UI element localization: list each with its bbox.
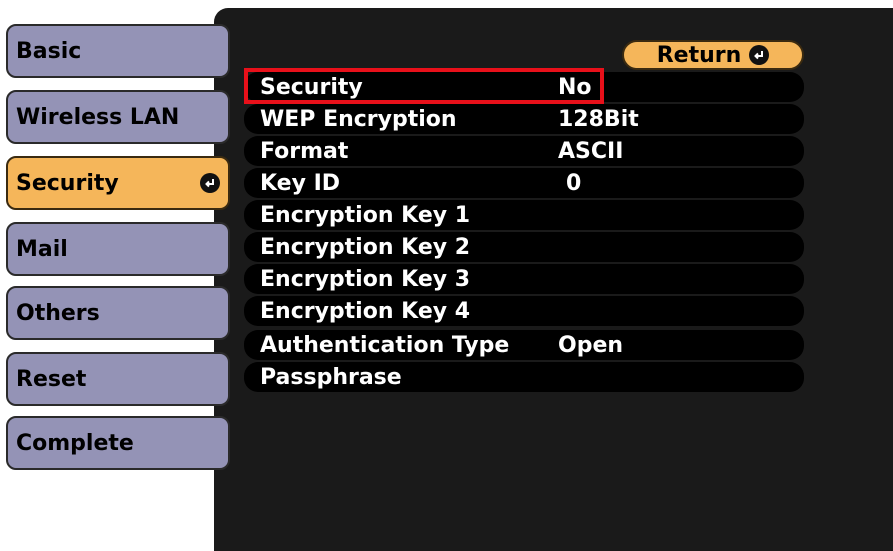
sidebar-item-complete[interactable]: Complete bbox=[6, 416, 230, 470]
row-value: ASCII bbox=[558, 138, 624, 164]
settings-row-encryption-key-1[interactable]: Encryption Key 1 bbox=[244, 200, 804, 230]
settings-row-passphrase[interactable]: Passphrase bbox=[244, 362, 804, 392]
row-label: Authentication Type bbox=[260, 332, 510, 358]
settings-row-format[interactable]: Format ASCII bbox=[244, 136, 804, 166]
sidebar-item-label: Security bbox=[16, 170, 119, 196]
sidebar-item-security[interactable]: Security bbox=[6, 156, 230, 210]
sidebar-item-label: Wireless LAN bbox=[16, 104, 180, 130]
row-label: WEP Encryption bbox=[260, 106, 457, 132]
sidebar-item-label: Complete bbox=[16, 430, 134, 456]
row-label: Encryption Key 2 bbox=[260, 234, 471, 260]
row-label: Passphrase bbox=[260, 364, 402, 390]
row-label: Encryption Key 3 bbox=[260, 266, 471, 292]
row-value: No bbox=[558, 74, 592, 100]
settings-row-encryption-key-4[interactable]: Encryption Key 4 bbox=[244, 296, 804, 326]
sidebar-item-label: Reset bbox=[16, 366, 87, 392]
sidebar-item-basic[interactable]: Basic bbox=[6, 24, 230, 78]
settings-row-encryption-key-3[interactable]: Encryption Key 3 bbox=[244, 264, 804, 294]
return-button[interactable]: Return bbox=[622, 40, 804, 70]
row-label: Security bbox=[260, 74, 363, 100]
row-value: 128Bit bbox=[558, 106, 639, 132]
sidebar-item-reset[interactable]: Reset bbox=[6, 352, 230, 406]
settings-row-wep-encryption[interactable]: WEP Encryption 128Bit bbox=[244, 104, 804, 134]
row-label: Format bbox=[260, 138, 349, 164]
sidebar-item-wireless-lan[interactable]: Wireless LAN bbox=[6, 90, 230, 144]
row-label: Encryption Key 1 bbox=[260, 202, 471, 228]
settings-row-encryption-key-2[interactable]: Encryption Key 2 bbox=[244, 232, 804, 262]
sidebar-item-label: Mail bbox=[16, 236, 68, 262]
sidebar-item-mail[interactable]: Mail bbox=[6, 222, 230, 276]
sidebar-item-others[interactable]: Others bbox=[6, 286, 230, 340]
settings-row-security[interactable]: Security No bbox=[244, 72, 804, 102]
settings-row-key-id[interactable]: Key ID 0 bbox=[244, 168, 804, 198]
settings-row-authentication-type[interactable]: Authentication Type Open bbox=[244, 330, 804, 360]
row-value: 0 bbox=[566, 170, 582, 196]
row-label: Key ID bbox=[260, 170, 341, 196]
row-label: Encryption Key 4 bbox=[260, 298, 471, 324]
sidebar-item-label: Basic bbox=[16, 38, 82, 64]
return-label: Return bbox=[656, 42, 742, 68]
enter-icon bbox=[200, 173, 220, 193]
enter-icon bbox=[749, 45, 770, 65]
sidebar-item-label: Others bbox=[16, 300, 100, 326]
row-value: Open bbox=[558, 332, 624, 358]
